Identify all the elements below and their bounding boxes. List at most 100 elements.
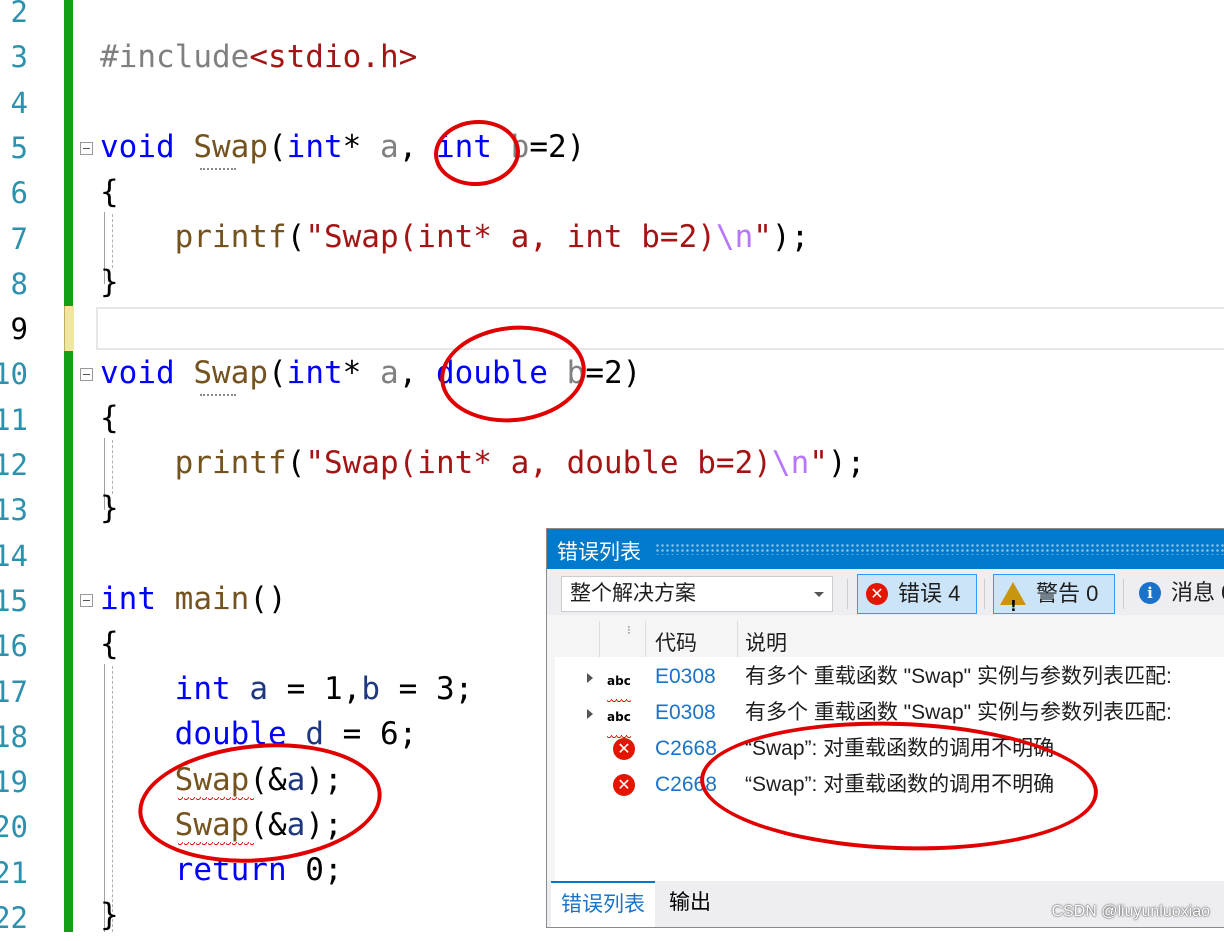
fold-toggle-swap-double[interactable]: [80, 368, 93, 381]
code-line-12[interactable]: printf("Swap(int* a, double b=2)\n");: [100, 441, 866, 486]
info-icon: i: [1139, 582, 1161, 604]
preprocessor-directive: #include: [100, 39, 250, 75]
intellisense-icon: abc: [607, 699, 631, 738]
code-line-8[interactable]: }: [100, 260, 119, 305]
punctuation: = 6;: [323, 716, 418, 752]
close-brace: }: [100, 490, 119, 526]
punctuation: (: [267, 129, 287, 165]
fold-toggle-swap-int[interactable]: [80, 142, 93, 155]
line-number: 18: [0, 719, 28, 754]
line-number: 12: [0, 448, 28, 482]
open-brace: {: [100, 174, 119, 210]
keyword: void: [100, 129, 175, 165]
error-row[interactable]: abc E0308 有多个 重载函数 "Swap" 实例与参数列表匹配:: [555, 659, 1224, 702]
punctuation: =2): [585, 355, 642, 391]
warnings-filter-button[interactable]: ! 警告 0: [993, 574, 1115, 615]
warnings-count-label: 警告 0: [1036, 581, 1099, 606]
error-icon: ✕: [613, 738, 635, 760]
punctuation: = 1,: [268, 671, 362, 707]
code-line-11[interactable]: {: [100, 396, 119, 441]
scope-dropdown[interactable]: 整个解决方案: [561, 576, 833, 612]
messages-count-label: 消息 0: [1171, 580, 1224, 605]
panel-title: 错误列表: [557, 541, 641, 564]
errors-filter-button[interactable]: ✕ 错误 4: [857, 574, 977, 614]
current-line-highlight: [96, 307, 1224, 350]
keyword: int: [286, 129, 343, 165]
scope-value: 整个解决方案: [570, 582, 696, 605]
code-line-16[interactable]: {: [100, 622, 119, 667]
code-line-22[interactable]: }: [100, 893, 119, 938]
punctuation: = 3;: [380, 671, 474, 707]
function-name: Swap: [193, 355, 268, 391]
tab-label: 错误列表: [561, 893, 645, 916]
punctuation: ,: [398, 355, 436, 391]
error-icon: ✕: [613, 774, 635, 796]
line-number: 10: [0, 357, 28, 392]
variable: b: [361, 671, 380, 707]
line-number: 2: [10, 0, 28, 29]
column-separator: [645, 621, 646, 657]
punctuation: (: [286, 445, 306, 481]
errors-count-label: 错误 4: [898, 581, 961, 606]
toolbar-separator: [847, 579, 848, 609]
chevron-down-icon: [814, 592, 824, 597]
column-separator: [737, 621, 738, 657]
warning-icon: !: [1000, 582, 1026, 615]
error-code-link[interactable]: E0308: [655, 659, 716, 695]
line-number: 21: [0, 855, 28, 890]
panel-title-bar[interactable]: 错误列表: [547, 529, 1224, 569]
column-header-description[interactable]: 说明: [745, 627, 787, 657]
line-number: 3: [10, 40, 28, 75]
watermark: CSDN @liuyunluoxiao: [1051, 903, 1210, 920]
error-icon: ✕: [866, 583, 888, 605]
punctuation: 0;: [286, 852, 343, 888]
tab-error-list[interactable]: 错误列表: [551, 881, 655, 927]
close-brace: }: [100, 264, 119, 300]
keyword: int: [174, 671, 231, 707]
line-number: 4: [10, 85, 28, 120]
code-line-7[interactable]: printf("Swap(int* a, int b=2)\n");: [100, 215, 810, 260]
error-list-header: ⁝ 代码 说明: [555, 621, 1224, 658]
string-literal: ": [809, 445, 828, 481]
code-line-15[interactable]: int main(): [100, 577, 287, 622]
column-header-code[interactable]: 代码: [655, 627, 697, 657]
line-number: 6: [10, 176, 28, 211]
open-brace: {: [100, 400, 119, 436]
sort-grip-icon[interactable]: ⁝: [627, 623, 631, 637]
toolbar-separator: [1123, 579, 1124, 609]
punctuation: ,: [398, 129, 436, 165]
function-name: main: [174, 581, 250, 617]
line-number-gutter: 2 3 4 5 6 7 8 9 10 11 12 13 14 15 16 17 18 19 20 21 22: [0, 0, 64, 935]
punctuation: =2): [529, 129, 586, 165]
escape-sequence: \n: [715, 219, 754, 255]
function-name: Swap: [193, 129, 268, 165]
unsaved-change-marker: [64, 306, 74, 351]
code-line-3[interactable]: #include<stdio.h>: [100, 35, 417, 80]
code-line-13[interactable]: }: [100, 486, 119, 531]
string-literal: ": [753, 219, 772, 255]
keyword: int: [100, 581, 156, 617]
line-number: 22: [0, 901, 28, 935]
line-number: 13: [0, 493, 28, 528]
fold-toggle-main[interactable]: [80, 594, 93, 607]
parameter: a: [379, 355, 399, 391]
code-line-17[interactable]: int a = 1,b = 3;: [100, 667, 474, 712]
punctuation: (): [249, 581, 287, 617]
punctuation: (: [267, 355, 287, 391]
messages-filter-button[interactable]: i 消息 0: [1137, 574, 1224, 614]
line-number: 19: [0, 765, 28, 800]
code-line-6[interactable]: {: [100, 170, 119, 215]
change-indicator-bar: [64, 0, 73, 932]
toolbar-separator: [984, 579, 985, 609]
expand-row-icon[interactable]: [587, 709, 593, 719]
string-literal: "Swap(int* a, int b=2): [305, 219, 716, 255]
column-separator: [599, 621, 600, 657]
tab-output[interactable]: 输出: [659, 881, 721, 925]
expand-row-icon[interactable]: [587, 673, 593, 683]
line-number: 11: [0, 402, 28, 437]
parameter: a: [379, 129, 399, 165]
escape-sequence: \n: [771, 445, 810, 481]
function-name: printf: [174, 219, 287, 255]
error-code-link[interactable]: E0308: [655, 695, 716, 731]
line-number: 8: [10, 266, 28, 301]
